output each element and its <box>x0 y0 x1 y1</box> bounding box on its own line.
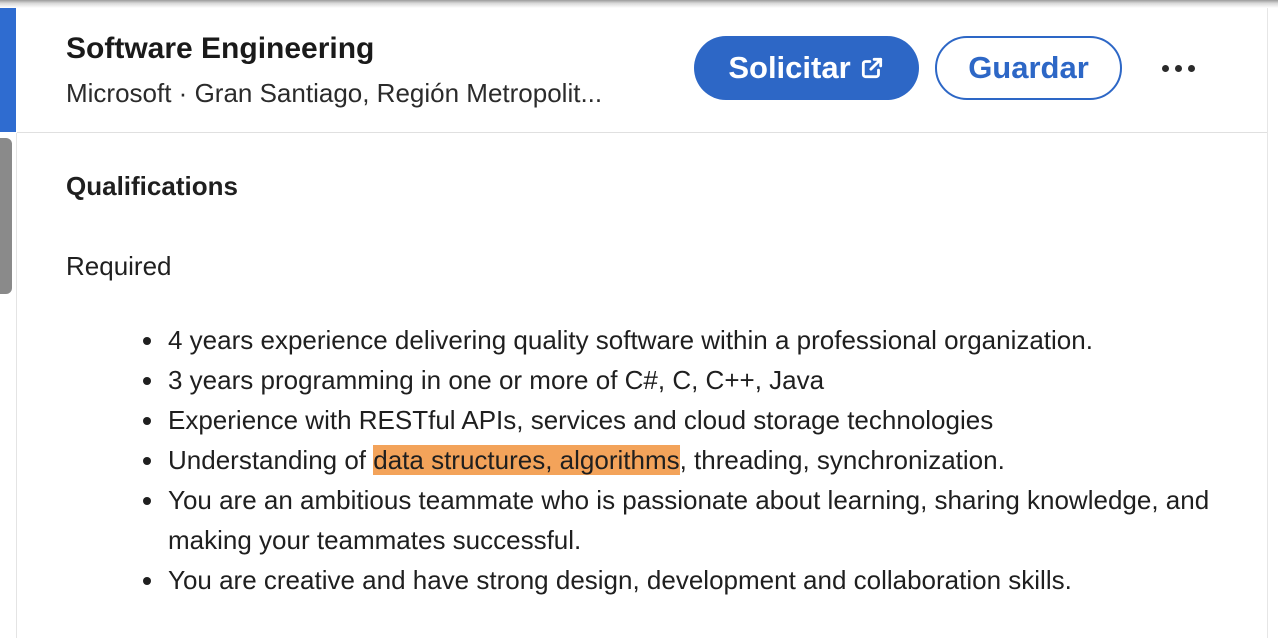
more-options-button[interactable] <box>1153 50 1203 86</box>
job-description: Qualifications Required 4 years experien… <box>66 160 1246 600</box>
section-heading: Qualifications <box>66 171 238 201</box>
list-item: 3 years programming in one or more of C#… <box>166 360 1246 400</box>
external-link-icon <box>861 57 882 79</box>
list-item-text: You are an ambitious teammate who is pas… <box>168 485 1210 555</box>
save-button-label: Guardar <box>968 50 1089 85</box>
more-horizontal-icon <box>1161 64 1169 72</box>
apply-button[interactable]: Solicitar <box>694 36 919 100</box>
job-header: Software Engineering Microsoft · Gran Sa… <box>17 8 1267 133</box>
scrollbar-thumb[interactable] <box>0 138 12 294</box>
list-item-text: Experience with RESTful APIs, services a… <box>168 405 994 435</box>
required-label: Required <box>66 251 172 281</box>
selected-job-accent <box>0 8 16 132</box>
more-dot <box>1187 64 1195 72</box>
save-button[interactable]: Guardar <box>935 36 1122 100</box>
list-item: Understanding of data structures, algori… <box>166 440 1246 480</box>
apply-button-label: Solicitar <box>728 50 851 85</box>
top-shadow <box>0 0 1278 8</box>
gutter-divider <box>16 133 17 638</box>
list-item: You are an ambitious teammate who is pas… <box>166 480 1246 560</box>
list-item: Experience with RESTful APIs, services a… <box>166 400 1246 440</box>
list-item-text: Understanding of <box>168 445 374 475</box>
list-item-text: 3 years programming in one or more of C#… <box>168 365 825 395</box>
job-title[interactable]: Software Engineering <box>66 32 374 66</box>
list-item: 4 years experience delivering quality so… <box>166 320 1246 360</box>
list-item: You are creative and have strong design,… <box>166 560 1246 600</box>
qualifications-list: 4 years experience delivering quality so… <box>66 320 1246 600</box>
list-item-text: You are creative and have strong design,… <box>168 565 1072 595</box>
list-item-text: 4 years experience delivering quality so… <box>168 325 1093 355</box>
right-border <box>1267 8 1268 638</box>
more-dot <box>1174 64 1182 72</box>
highlighted-text[interactable]: data structures, algorithms <box>373 445 680 475</box>
list-item-text: , threading, synchronization. <box>679 445 1005 475</box>
job-meta: Microsoft · Gran Santiago, Región Metrop… <box>66 78 603 108</box>
